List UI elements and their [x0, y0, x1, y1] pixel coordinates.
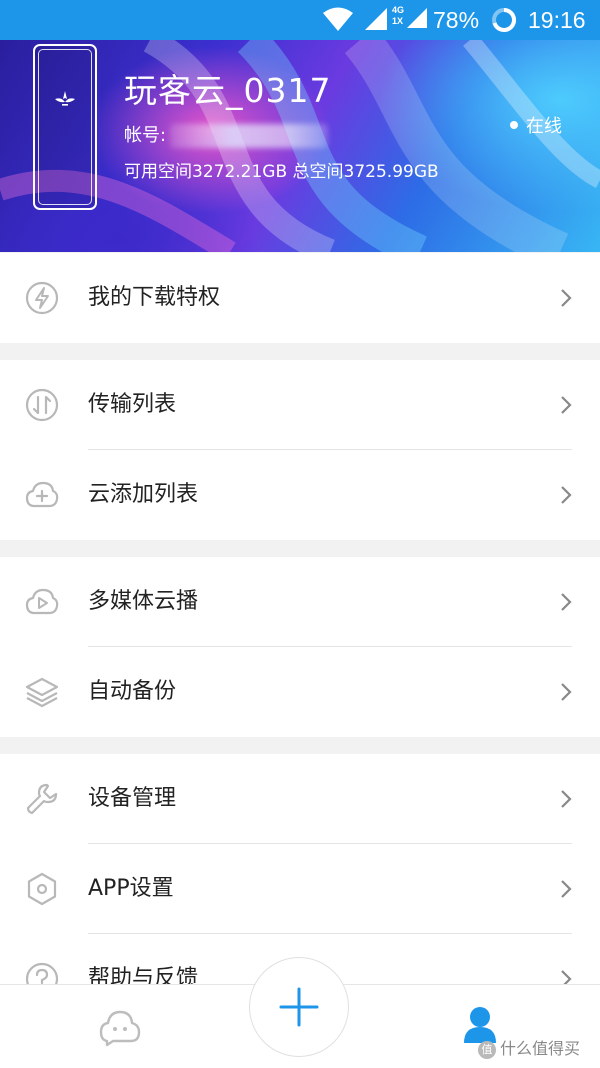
menu-item-label: 我的下载特权 — [88, 285, 221, 310]
menu-item-device-management[interactable]: 设备管理 — [0, 754, 600, 844]
watermark: 值什么值得买 — [478, 1039, 580, 1059]
chevron-right-icon — [561, 790, 572, 808]
menu-item-label: 传输列表 — [88, 392, 177, 417]
device-logo-icon — [55, 91, 75, 106]
online-dot-icon — [510, 121, 518, 129]
menu-item-label: 多媒体云播 — [88, 589, 199, 614]
account-label: 帐号: — [124, 125, 167, 146]
online-status: 在线 — [510, 115, 562, 139]
status-bar: 4G 1X 78% 19:16 — [0, 0, 600, 40]
profile-name: 玩客云_0317 — [124, 71, 332, 110]
profile-header[interactable]: 玩客云_0317 帐号: 可用空间3272.21GB 总空间3725.99GB … — [0, 40, 600, 252]
menu-item-label: 云添加列表 — [88, 482, 199, 507]
wrench-icon — [26, 783, 58, 815]
lightning-icon — [25, 281, 59, 315]
chevron-right-icon — [561, 486, 572, 504]
settings-hexagon-icon — [27, 872, 57, 906]
network-type-badge: 4G 1X — [392, 5, 404, 27]
account-id-redacted — [170, 124, 328, 148]
menu-item-label: APP设置 — [88, 876, 174, 901]
plus-icon — [279, 987, 319, 1027]
chevron-right-icon — [561, 880, 572, 898]
menu-item-app-settings[interactable]: APP设置 — [0, 844, 600, 934]
chevron-right-icon — [561, 683, 572, 701]
menu-group-media: 多媒体云播 自动备份 — [0, 557, 600, 737]
menu-item-label: 自动备份 — [88, 679, 177, 704]
battery-ring-icon — [492, 7, 517, 32]
menu-item-auto-backup[interactable]: 自动备份 — [0, 647, 600, 737]
network-type-top: 4G — [392, 5, 405, 15]
menu-group-transfers: 传输列表 云添加列表 — [0, 360, 600, 540]
storage-info: 可用空间3272.21GB 总空间3725.99GB — [124, 162, 439, 182]
signal-secondary-icon — [407, 8, 427, 28]
cloud-play-icon — [25, 588, 59, 615]
menu-item-multimedia-cloud-play[interactable]: 多媒体云播 — [0, 557, 600, 647]
menu-group-privileges: 我的下载特权 — [0, 253, 600, 343]
online-status-text: 在线 — [526, 116, 562, 137]
chevron-right-icon — [561, 289, 572, 307]
cloud-add-icon — [25, 481, 59, 508]
menu-item-transfer-list[interactable]: 传输列表 — [0, 360, 600, 450]
chevron-right-icon — [561, 396, 572, 414]
add-button[interactable] — [249, 957, 349, 1057]
tab-chat-icon[interactable] — [99, 1007, 141, 1047]
chevron-right-icon — [561, 970, 572, 984]
battery-percentage: 78% — [433, 7, 480, 33]
network-type-bottom: 1X — [392, 16, 404, 26]
clock: 19:16 — [528, 7, 586, 33]
layers-icon — [25, 677, 59, 708]
signal-icon — [365, 8, 387, 30]
chevron-right-icon — [561, 593, 572, 611]
help-icon — [25, 962, 59, 984]
menu-item-label: 帮助与反馈 — [88, 966, 199, 984]
menu-item-cloud-add-list[interactable]: 云添加列表 — [0, 450, 600, 540]
transfer-icon — [25, 388, 59, 422]
watermark-badge: 值 — [478, 1040, 496, 1059]
watermark-text: 什么值得买 — [500, 1039, 581, 1058]
device-thumbnail[interactable] — [33, 44, 97, 210]
menu-item-label: 设备管理 — [88, 786, 177, 811]
menu-item-download-privileges[interactable]: 我的下载特权 — [0, 253, 600, 343]
wifi-icon — [323, 7, 353, 31]
menu-group-settings: 设备管理 APP设置 帮助与反馈 — [0, 754, 600, 984]
